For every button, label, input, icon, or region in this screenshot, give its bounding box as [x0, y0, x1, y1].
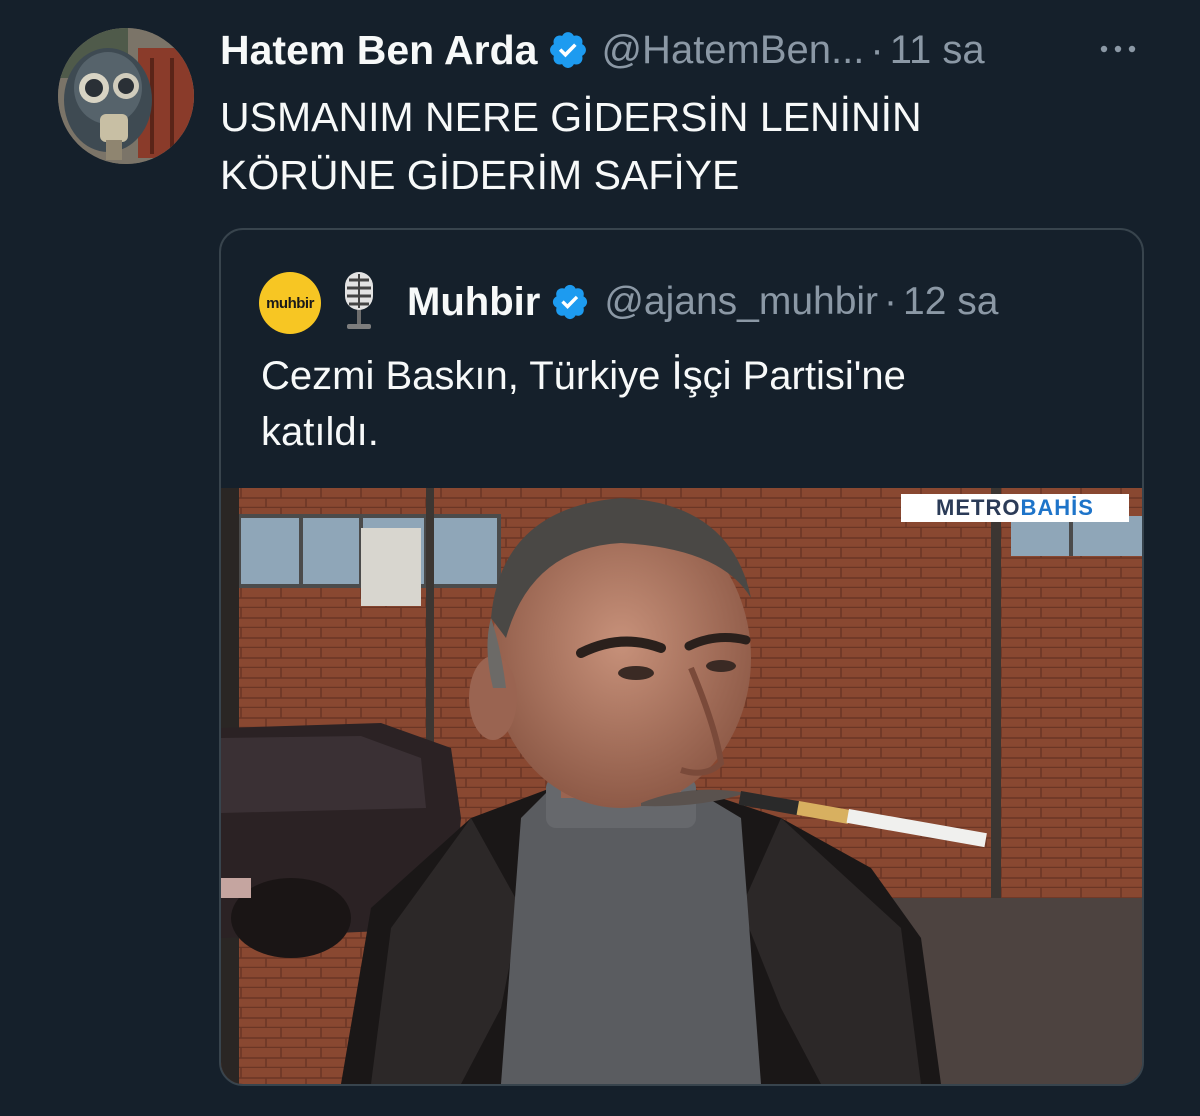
- microphone-emoji-icon: [345, 272, 373, 329]
- watermark-text-bahis: BAHİS: [1020, 495, 1094, 520]
- tweet-timestamp[interactable]: 11 sa: [890, 28, 985, 73]
- tweet-text: USMANIM NERE GİDERSİN LENİNİN KÖRÜNE GİD…: [220, 88, 1120, 204]
- gas-mask-avatar-image: [58, 28, 194, 164]
- quoted-text-line: Cezmi Baskın, Türkiye İşçi Partisi'ne: [261, 354, 906, 398]
- more-options-button[interactable]: [1096, 32, 1140, 66]
- separator-dot: ·: [884, 280, 898, 323]
- quoted-tweet-card[interactable]: muhbir Muhbir @ajans_muhbir · 12 sa Cezm…: [219, 228, 1144, 1086]
- watermark-text-metro: METRO: [936, 495, 1021, 520]
- quoted-author-avatar[interactable]: muhbir: [259, 272, 321, 334]
- metrobahis-watermark: METRO BAHİS: [901, 494, 1129, 522]
- author-handle[interactable]: @HatemBen...: [601, 28, 864, 73]
- author-avatar[interactable]: [58, 28, 194, 164]
- tweet-text-line: USMANIM NERE GİDERSİN LENİNİN: [220, 94, 922, 140]
- more-horizontal-icon: [1100, 45, 1136, 53]
- verified-badge-icon[interactable]: [547, 29, 589, 71]
- tweet-header: Hatem Ben Arda @HatemBen... · 11 sa: [220, 22, 985, 78]
- quoted-tweet-header: Muhbir @ajans_muhbir · 12 sa: [407, 274, 998, 330]
- separator-dot: ·: [870, 27, 884, 72]
- quoted-text-line: katıldı.: [261, 410, 379, 454]
- man-smoking-photo: [221, 488, 1142, 1084]
- tweet-text-line: KÖRÜNE GİDERİM SAFİYE: [220, 152, 740, 198]
- quoted-tweet-photo[interactable]: METRO BAHİS: [221, 488, 1142, 1084]
- verified-badge-icon[interactable]: [550, 282, 590, 322]
- author-display-name[interactable]: Hatem Ben Arda: [220, 27, 537, 74]
- quoted-tweet-text: Cezmi Baskın, Türkiye İşçi Partisi'ne ka…: [261, 348, 1121, 460]
- quoted-author-display-name[interactable]: Muhbir: [407, 280, 540, 325]
- tweet: Hatem Ben Arda @HatemBen... · 11 sa USMA…: [0, 0, 1200, 1116]
- quoted-tweet-timestamp[interactable]: 12 sa: [903, 280, 998, 324]
- quoted-author-handle[interactable]: @ajans_muhbir: [604, 280, 878, 324]
- avatar-logo-text: muhbir: [266, 294, 314, 312]
